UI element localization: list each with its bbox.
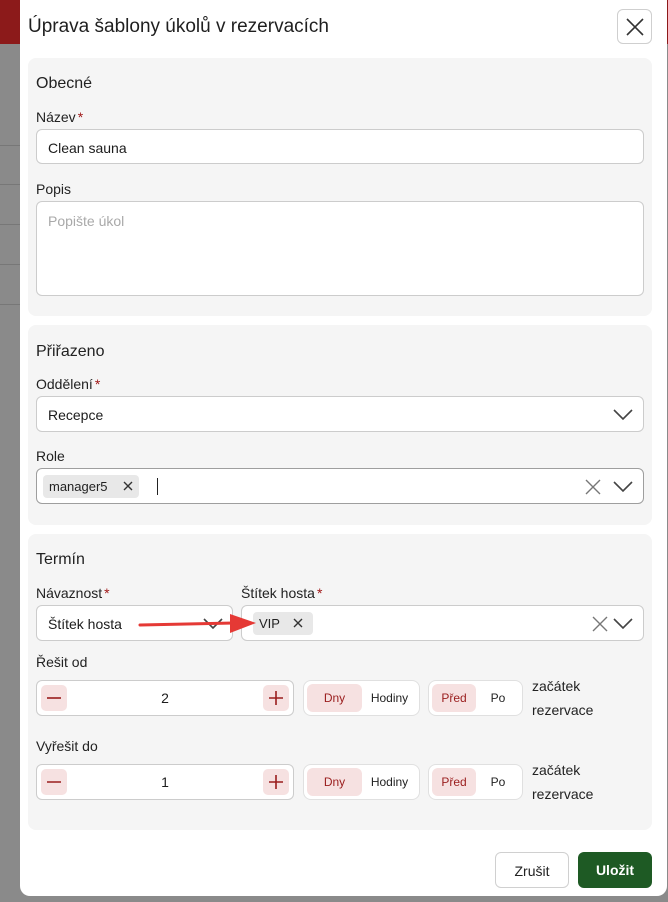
solve-from-value[interactable]: 2 — [67, 690, 263, 706]
background-divider — [0, 304, 22, 305]
background-divider — [0, 184, 22, 185]
edit-task-template-dialog: Úprava šablony úkolů v rezervacích Obecn… — [20, 0, 667, 896]
name-label: Název * — [36, 109, 84, 125]
department-label: Oddělení * — [36, 376, 101, 392]
unit-option-days[interactable]: Dny — [307, 684, 362, 712]
cancel-button[interactable]: Zrušit — [495, 852, 569, 888]
section-title-assigned: Přiřazeno — [36, 343, 105, 360]
chevron-down-icon — [613, 409, 633, 421]
background-divider — [0, 264, 22, 265]
guest-tag-multiselect[interactable]: VIP — [241, 605, 644, 641]
save-button[interactable]: Uložit — [578, 852, 652, 888]
description-label: Popis — [36, 181, 72, 197]
chevron-down-icon[interactable] — [613, 481, 633, 493]
guest-tag-chip: VIP — [253, 612, 313, 635]
solve-until-unit-toggle: Dny Hodiny — [303, 764, 420, 800]
plus-icon — [269, 775, 283, 789]
name-input[interactable]: Clean sauna — [36, 129, 644, 164]
clear-icon[interactable] — [585, 479, 601, 495]
unit-option-hours[interactable]: Hodiny — [362, 684, 417, 712]
background-divider — [0, 145, 22, 146]
remove-icon[interactable] — [122, 480, 134, 492]
dialog-title: Úprava šablony úkolů v rezervacích — [28, 16, 329, 37]
clear-icon[interactable] — [592, 616, 608, 632]
decrement-button[interactable] — [41, 685, 67, 711]
relation-option-before[interactable]: Před — [432, 684, 476, 712]
role-label: Role — [36, 448, 65, 464]
text-cursor — [157, 478, 158, 495]
department-select[interactable]: Recepce — [36, 396, 644, 432]
background-divider — [0, 224, 22, 225]
solve-until-label: Vyřešit do — [36, 738, 98, 754]
remove-icon[interactable] — [292, 617, 304, 629]
plus-icon — [269, 691, 283, 705]
unit-option-days[interactable]: Dny — [307, 768, 362, 796]
description-textarea[interactable]: Popište úkol — [36, 201, 644, 296]
section-title-general: Obecné — [36, 75, 93, 92]
decrement-button[interactable] — [41, 769, 67, 795]
close-icon — [626, 18, 644, 36]
dependency-label: Návaznost * — [36, 585, 110, 601]
solve-from-unit-toggle: Dny Hodiny — [303, 680, 420, 716]
solve-from-stepper: 2 — [36, 680, 294, 716]
unit-option-hours[interactable]: Hodiny — [362, 768, 417, 796]
chevron-down-icon[interactable] — [613, 618, 633, 630]
increment-button[interactable] — [263, 769, 289, 795]
solve-until-relation-toggle: Před Po — [428, 764, 523, 800]
increment-button[interactable] — [263, 685, 289, 711]
solve-until-stepper: 1 — [36, 764, 294, 800]
role-chip: manager5 — [43, 475, 139, 498]
description-placeholder: Popište úkol — [48, 213, 125, 229]
solve-from-label: Řešit od — [36, 654, 88, 670]
close-button[interactable] — [617, 9, 652, 44]
relation-option-after[interactable]: Po — [476, 768, 520, 796]
annotation-arrow-icon — [138, 614, 256, 633]
deadline-section: Termín Návaznost * Štítek hosta Štítek ho… — [28, 534, 652, 830]
section-title-deadline: Termín — [36, 551, 85, 568]
minus-icon — [47, 781, 61, 783]
guest-tag-label: Štítek hosta * — [241, 585, 323, 601]
relation-option-before[interactable]: Před — [432, 768, 476, 796]
solve-until-anchor: začátek rezervace — [532, 762, 594, 802]
role-multiselect[interactable]: manager5 — [36, 468, 644, 504]
solve-from-relation-toggle: Před Po — [428, 680, 523, 716]
minus-icon — [47, 697, 61, 699]
solve-from-anchor: začátek rezervace — [532, 678, 594, 718]
dialog-header: Úprava šablony úkolů v rezervacích — [20, 0, 667, 56]
solve-until-value[interactable]: 1 — [67, 774, 263, 790]
relation-option-after[interactable]: Po — [476, 684, 520, 712]
general-section: Obecné Název * Clean sauna Popis Popište … — [28, 58, 652, 316]
assigned-section: Přiřazeno Oddělení * Recepce Role manager… — [28, 325, 652, 525]
